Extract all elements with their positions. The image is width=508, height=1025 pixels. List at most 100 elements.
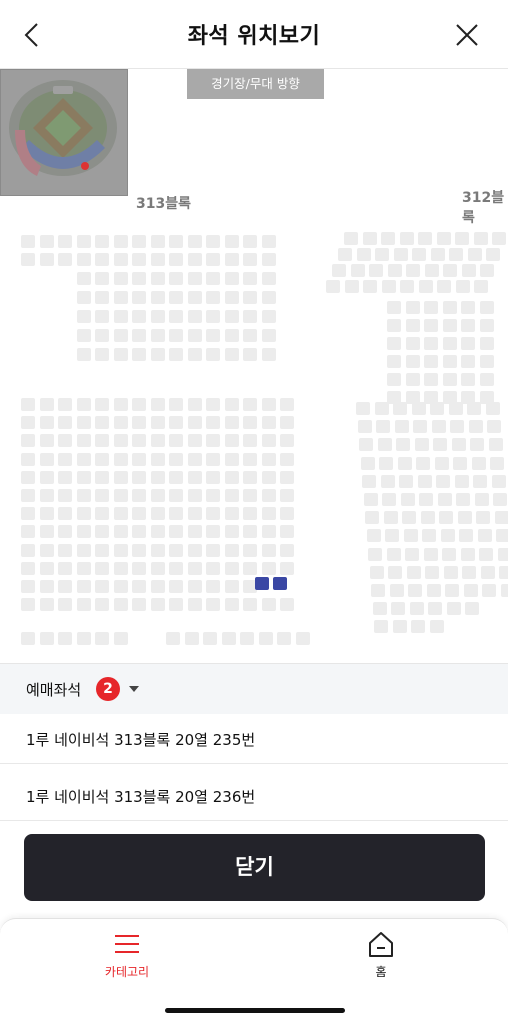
- seat[interactable]: [443, 264, 457, 277]
- seat[interactable]: [188, 434, 202, 447]
- seat[interactable]: [169, 453, 183, 466]
- seat[interactable]: [206, 272, 220, 285]
- seat[interactable]: [132, 434, 146, 447]
- seat[interactable]: [395, 420, 409, 433]
- seat[interactable]: [412, 402, 426, 415]
- seat[interactable]: [225, 235, 239, 248]
- seat[interactable]: [467, 402, 481, 415]
- seat[interactable]: [427, 584, 441, 597]
- seat[interactable]: [77, 598, 91, 611]
- seat[interactable]: [188, 348, 202, 361]
- seat[interactable]: [402, 511, 416, 524]
- seat[interactable]: [499, 566, 508, 579]
- seat[interactable]: [225, 272, 239, 285]
- seat[interactable]: [280, 525, 294, 538]
- seat[interactable]: [487, 420, 501, 433]
- seat[interactable]: [453, 457, 467, 470]
- seat[interactable]: [114, 235, 128, 248]
- seat[interactable]: [114, 272, 128, 285]
- seat[interactable]: [243, 235, 257, 248]
- seat[interactable]: [498, 548, 508, 561]
- seat[interactable]: [387, 355, 401, 368]
- seat[interactable]: [243, 434, 257, 447]
- seat[interactable]: [390, 584, 404, 597]
- seat[interactable]: [40, 398, 54, 411]
- seat[interactable]: [77, 348, 91, 361]
- seat[interactable]: [473, 475, 487, 488]
- seat[interactable]: [132, 580, 146, 593]
- seat[interactable]: [95, 291, 109, 304]
- seat[interactable]: [243, 471, 257, 484]
- seat[interactable]: [452, 438, 466, 451]
- seat[interactable]: [77, 471, 91, 484]
- seat[interactable]: [95, 434, 109, 447]
- seat[interactable]: [458, 511, 472, 524]
- seat[interactable]: [415, 438, 429, 451]
- seat[interactable]: [424, 301, 438, 314]
- seat[interactable]: [387, 319, 401, 332]
- seat[interactable]: [461, 301, 475, 314]
- seat[interactable]: [132, 544, 146, 557]
- seat[interactable]: [480, 264, 494, 277]
- seat[interactable]: [132, 253, 146, 266]
- seat[interactable]: [206, 291, 220, 304]
- seat[interactable]: [280, 507, 294, 520]
- seat[interactable]: [470, 438, 484, 451]
- seat[interactable]: [381, 232, 395, 245]
- seat[interactable]: [151, 562, 165, 575]
- seat[interactable]: [169, 235, 183, 248]
- seat[interactable]: [262, 272, 276, 285]
- seat[interactable]: [439, 511, 453, 524]
- seat[interactable]: [280, 416, 294, 429]
- seat[interactable]: [58, 562, 72, 575]
- seat[interactable]: [225, 471, 239, 484]
- seat[interactable]: [169, 598, 183, 611]
- seat[interactable]: [169, 562, 183, 575]
- seat[interactable]: [443, 337, 457, 350]
- seat[interactable]: [406, 264, 420, 277]
- seat[interactable]: [206, 507, 220, 520]
- seat[interactable]: [132, 598, 146, 611]
- seat[interactable]: [77, 632, 91, 645]
- seat[interactable]: [243, 416, 257, 429]
- seat[interactable]: [40, 434, 54, 447]
- seat[interactable]: [132, 453, 146, 466]
- seat[interactable]: [400, 232, 414, 245]
- seat[interactable]: [495, 511, 508, 524]
- seat[interactable]: [132, 235, 146, 248]
- seat[interactable]: [430, 620, 444, 633]
- seat[interactable]: [58, 489, 72, 502]
- seat[interactable]: [95, 348, 109, 361]
- seat[interactable]: [132, 398, 146, 411]
- seat[interactable]: [243, 525, 257, 538]
- seat[interactable]: [387, 337, 401, 350]
- seat[interactable]: [462, 264, 476, 277]
- seat[interactable]: [114, 310, 128, 323]
- seat[interactable]: [114, 253, 128, 266]
- seat[interactable]: [424, 337, 438, 350]
- seat[interactable]: [95, 507, 109, 520]
- seat[interactable]: [428, 602, 442, 615]
- seat[interactable]: [449, 402, 463, 415]
- seat[interactable]: [151, 272, 165, 285]
- seat[interactable]: [432, 420, 446, 433]
- seat[interactable]: [21, 544, 35, 557]
- seat[interactable]: [375, 402, 389, 415]
- seat[interactable]: [362, 475, 376, 488]
- seat[interactable]: [77, 310, 91, 323]
- seat[interactable]: [391, 602, 405, 615]
- seat[interactable]: [132, 471, 146, 484]
- seat[interactable]: [188, 580, 202, 593]
- seat[interactable]: [443, 373, 457, 386]
- seat[interactable]: [58, 598, 72, 611]
- seat[interactable]: [114, 329, 128, 342]
- seat[interactable]: [225, 598, 239, 611]
- seat[interactable]: [424, 548, 438, 561]
- seat[interactable]: [445, 584, 459, 597]
- seat[interactable]: [376, 420, 390, 433]
- seat[interactable]: [225, 580, 239, 593]
- seat[interactable]: [225, 562, 239, 575]
- seat[interactable]: [40, 253, 54, 266]
- seat[interactable]: [243, 398, 257, 411]
- seat[interactable]: [262, 562, 276, 575]
